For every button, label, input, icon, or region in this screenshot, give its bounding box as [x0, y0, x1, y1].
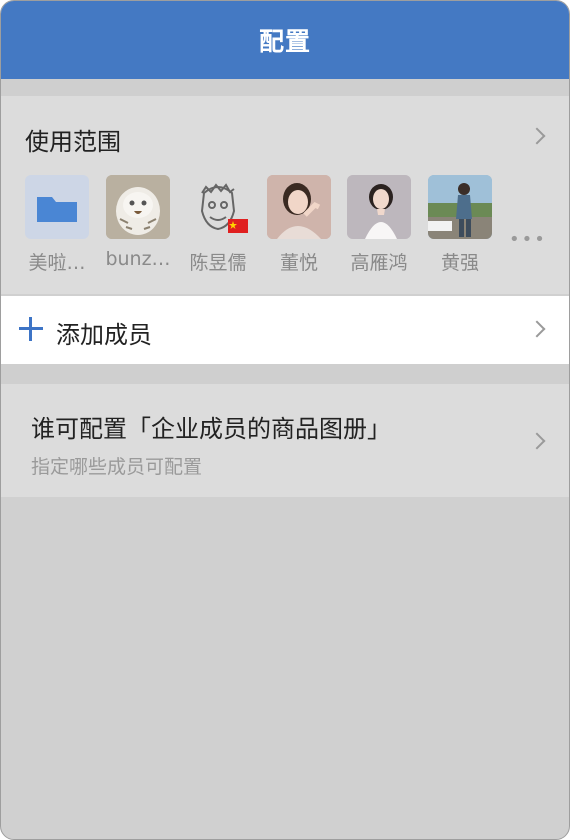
avatar: [106, 175, 170, 239]
member-item[interactable]: bunz…: [98, 175, 178, 285]
member-name: 陈昱儒: [189, 252, 247, 274]
member-item[interactable]: 高雁鸿: [339, 175, 419, 285]
avatar: [186, 175, 250, 239]
avatar: [428, 175, 492, 239]
plus-icon: [19, 317, 43, 341]
add-member-label: 添加成员: [56, 321, 152, 349]
avatar: [347, 175, 411, 239]
folder-icon: [25, 175, 89, 239]
member-item[interactable]: 陈昱儒: [178, 175, 258, 285]
scope-title: 使用范围: [25, 128, 121, 156]
member-name: 高雁鸿: [350, 252, 408, 274]
member-item[interactable]: 美啦…: [17, 175, 97, 285]
member-name: 黄强: [440, 252, 479, 274]
member-item[interactable]: 黄强: [420, 175, 500, 285]
configurable-by-row[interactable]: 谁可配置「企业成员的商品图册」 指定哪些成员可配置: [1, 384, 569, 497]
chevron-right-icon: [528, 127, 546, 145]
avatar: [267, 175, 331, 239]
chevron-right-icon: [528, 432, 546, 450]
more-members-icon[interactable]: •••: [509, 229, 547, 250]
nav-bar: 配置: [1, 1, 569, 79]
member-list: 美啦… bunz… 陈昱儒 董悦 高雁鸿 黄强 •••: [25, 175, 555, 285]
add-member-row[interactable]: 添加成员: [1, 296, 569, 364]
section-gap: [1, 79, 569, 96]
configurable-subtitle: 指定哪些成员可配置: [31, 456, 203, 478]
configurable-title: 谁可配置「企业成员的商品图册」: [31, 415, 391, 443]
member-name: 董悦: [279, 252, 318, 274]
member-name: 美啦…: [28, 252, 86, 274]
section-gap: [1, 364, 569, 384]
scope-section[interactable]: 使用范围 美啦… bunz… 陈昱儒 董悦 高雁鸿 黄强 •••: [1, 96, 569, 294]
page-title: 配置: [258, 27, 311, 56]
app-frame: 配置 使用范围 美啦… bunz… 陈昱儒 董悦 高雁鸿 黄强 ••• 添加成员…: [0, 0, 570, 840]
chevron-right-icon: [528, 320, 546, 338]
member-name: bunz…: [105, 248, 171, 270]
member-item[interactable]: 董悦: [259, 175, 339, 285]
